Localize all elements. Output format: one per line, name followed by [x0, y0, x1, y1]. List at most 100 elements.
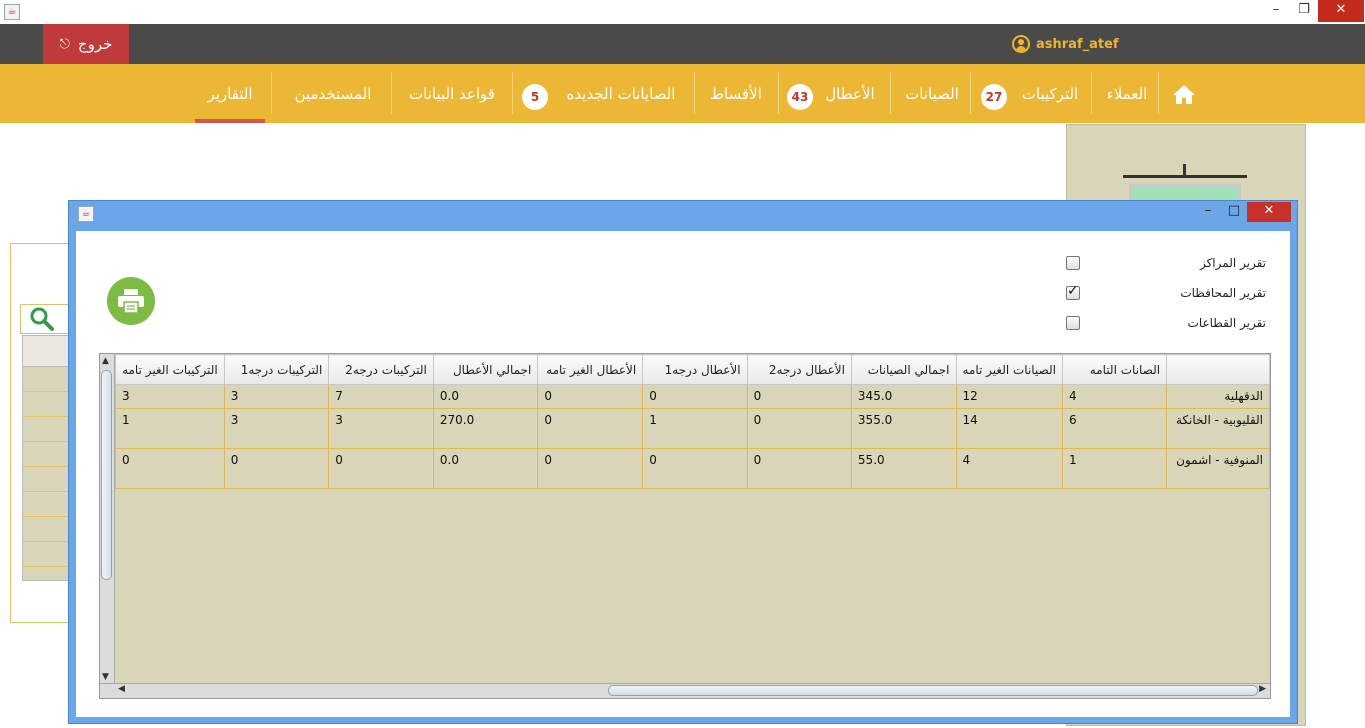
java-app-icon: ☕ [4, 4, 20, 20]
close-button[interactable]: ✕ [1318, 0, 1364, 22]
exit-button[interactable]: ⎋ خروج [43, 24, 129, 64]
printer-icon [118, 289, 144, 314]
table-cell: 3 [115, 384, 225, 409]
table-cell: 7 [328, 384, 434, 409]
reports-dialog: ☕ – □ ✕ تقرير المراكز تقرير المحافظات تق… [68, 200, 1298, 724]
column-header[interactable]: اجمالي الصيانات [850, 354, 957, 385]
option-sectors-report[interactable]: تقرير القطاعات [1066, 313, 1266, 333]
table-cell: 0 [223, 448, 330, 489]
nav-installments[interactable]: الأقساط [700, 64, 772, 123]
column-header[interactable]: الأعطال الغير تامه [537, 354, 644, 385]
restore-button[interactable]: ❐ [1290, 0, 1318, 22]
table-cell: القليوبية - الخانكة [1166, 408, 1270, 449]
report-table[interactable]: ▲ ▼ الصانات التامه الصيانات الغير تامه ا… [99, 353, 1271, 699]
option-governorates-report[interactable]: تقرير المحافظات [1066, 283, 1266, 303]
column-header[interactable]: الأعطال درجه1 [642, 354, 748, 385]
search-icon [30, 307, 54, 331]
table-cell: 6 [1061, 408, 1168, 449]
centers-report-checkbox[interactable] [1066, 256, 1080, 270]
table-cell: 4 [1061, 384, 1168, 409]
nav-users[interactable]: المستخدمين [280, 64, 386, 123]
top-header: ⎋ خروج ashraf_atef [0, 24, 1365, 64]
table-cell: 345.0 [850, 384, 957, 409]
nav-reports[interactable]: التقارير [195, 64, 265, 123]
scroll-right-icon[interactable]: ▶ [1259, 684, 1266, 694]
column-header[interactable]: التركيبات درجه1 [223, 354, 330, 385]
horizontal-scroll-thumb[interactable] [608, 685, 1258, 696]
table-cell: 0 [537, 384, 644, 409]
home-icon[interactable] [1172, 83, 1196, 105]
dialog-maximize-button[interactable]: □ [1221, 202, 1247, 222]
column-header[interactable]: الصيانات الغير تامه [955, 354, 1063, 385]
table-cell: 3 [328, 408, 434, 449]
user-avatar-icon [1012, 35, 1030, 53]
table-cell: 0 [537, 408, 644, 449]
username: ashraf_atef [1036, 36, 1119, 52]
column-header[interactable] [1166, 354, 1270, 385]
column-header[interactable]: اجمالي الأعطال [432, 354, 539, 385]
faults-count-badge: 43 [787, 84, 813, 110]
print-button[interactable] [107, 277, 155, 325]
nav-faults[interactable]: الأعطال [818, 64, 882, 123]
table-header-row: الصانات التامه الصيانات الغير تامه اجمال… [115, 354, 1270, 385]
background-search-box[interactable] [20, 304, 72, 334]
new-maintenance-count-badge: 5 [522, 84, 548, 110]
background-table [22, 335, 72, 581]
centers-report-label: تقرير المراكز [1199, 256, 1266, 270]
vertical-scroll-thumb[interactable] [101, 370, 112, 580]
governorates-report-label: تقرير المحافظات [1180, 286, 1266, 300]
table-cell: 0 [642, 448, 748, 489]
governorates-report-checkbox[interactable] [1066, 283, 1080, 300]
table-cell: 1 [1061, 448, 1168, 489]
nav-new-maintenance[interactable]: الصايانات الجديده [556, 64, 686, 123]
current-user[interactable]: ashraf_atef [1012, 33, 1119, 55]
column-header[interactable]: التركيبات الغير تامه [115, 354, 225, 385]
column-header[interactable]: الأعطال درجه2 [746, 354, 852, 385]
column-header[interactable]: الصانات التامه [1061, 354, 1168, 385]
table-row[interactable]: القليوبية - الخانكة 6 14 355.0 0 1 0 270… [115, 408, 1270, 449]
minimize-button[interactable]: – [1262, 0, 1290, 22]
table-cell: المنوفية - اشمون [1166, 448, 1270, 489]
option-centers-report[interactable]: تقرير المراكز [1066, 253, 1266, 273]
nav-maintenance[interactable]: الصيانات [896, 64, 968, 123]
installations-count-badge: 27 [981, 84, 1007, 110]
logout-icon: ⎋ [59, 36, 70, 52]
table-cell: 3 [223, 408, 330, 449]
dialog-titlebar: ☕ – □ ✕ [69, 201, 1297, 223]
table-cell: 1 [115, 408, 225, 449]
scroll-down-icon[interactable]: ▼ [102, 672, 109, 682]
table-cell: 3 [223, 384, 330, 409]
dialog-close-button[interactable]: ✕ [1247, 202, 1291, 222]
table-cell: 0 [115, 448, 225, 489]
table-cell: 4 [955, 448, 1063, 489]
active-tab-underline [195, 119, 265, 123]
table-cell: 0 [746, 384, 852, 409]
horizontal-scrollbar[interactable]: ◀ ▶ [100, 683, 1270, 698]
scroll-up-icon[interactable]: ▲ [102, 356, 109, 366]
column-header[interactable]: التركيبات درجه2 [328, 354, 434, 385]
nav-installations[interactable]: التركيبات [1012, 64, 1088, 123]
table-cell: 355.0 [850, 408, 957, 449]
table-cell: 0 [328, 448, 434, 489]
dialog-minimize-button[interactable]: – [1195, 202, 1221, 222]
table-cell: 0 [642, 384, 748, 409]
table-cell: 270.0 [432, 408, 539, 449]
nav-databases[interactable]: قواعد البيانات [398, 64, 506, 123]
sectors-report-checkbox[interactable] [1066, 316, 1080, 330]
report-grid: الصانات التامه الصيانات الغير تامه اجمال… [115, 354, 1270, 489]
vertical-scrollbar[interactable]: ▲ ▼ [100, 354, 115, 684]
table-cell: 12 [955, 384, 1063, 409]
window-titlebar: ☕ – ❐ ✕ [0, 0, 1365, 25]
table-cell: 0.0 [432, 384, 539, 409]
table-cell: 1 [642, 408, 748, 449]
table-row[interactable]: المنوفية - اشمون 1 4 55.0 0 0 0 0.0 0 0 … [115, 448, 1270, 489]
java-app-icon: ☕ [78, 206, 94, 222]
scroll-left-icon[interactable]: ◀ [118, 684, 125, 694]
main-nav: العملاء التركيبات 27 الصيانات الأعطال 43… [0, 64, 1365, 123]
table-cell: 0 [746, 408, 852, 449]
nav-customers[interactable]: العملاء [1096, 64, 1158, 123]
table-cell: 0.0 [432, 448, 539, 489]
table-cell: 0 [537, 448, 644, 489]
table-cell: 55.0 [850, 448, 957, 489]
table-row[interactable]: الدقهلية 4 12 345.0 0 0 0 0.0 7 3 3 [115, 384, 1270, 409]
